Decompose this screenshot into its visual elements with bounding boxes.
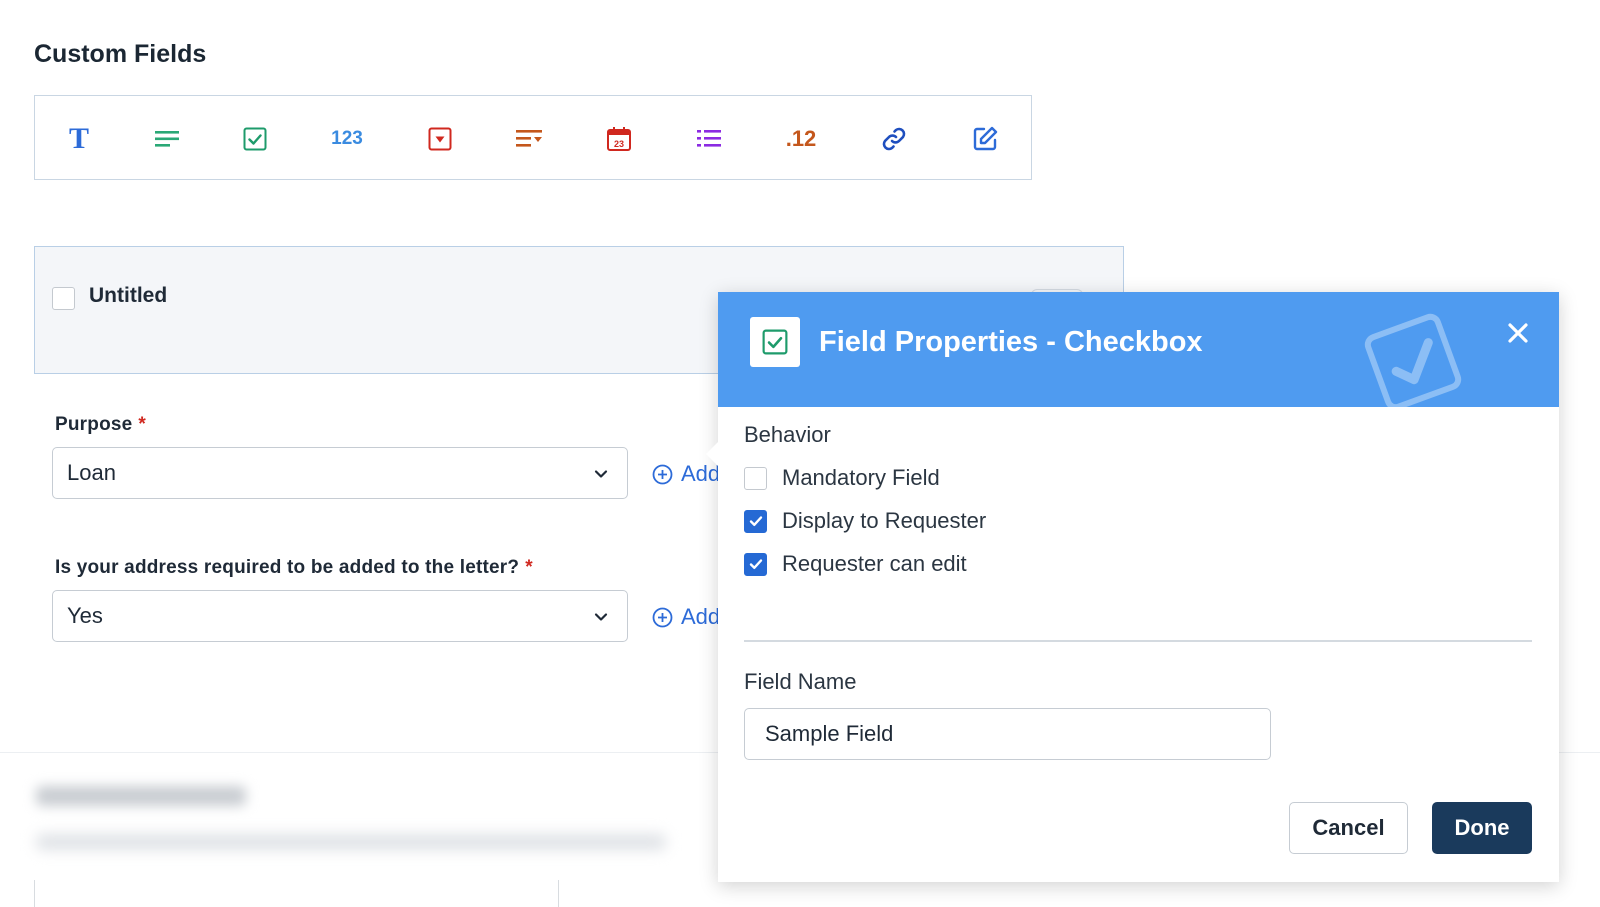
display-to-requester-label: Display to Requester bbox=[782, 508, 987, 533]
field-name-label: Field Name bbox=[744, 669, 857, 694]
paragraph-field-icon[interactable] bbox=[137, 96, 197, 181]
chevron-down-icon bbox=[594, 470, 608, 478]
date-field-icon[interactable]: 23 bbox=[589, 96, 649, 181]
plus-circle-icon bbox=[652, 464, 673, 484]
purpose-select-value: Loan bbox=[67, 460, 116, 485]
number-field-icon[interactable]: 123 bbox=[317, 96, 377, 181]
blurred-border bbox=[34, 880, 35, 907]
address-select-value: Yes bbox=[67, 603, 103, 628]
cancel-button[interactable]: Cancel bbox=[1289, 802, 1408, 854]
address-add-link[interactable]: Add bbox=[652, 604, 720, 630]
requester-can-edit-option[interactable]: Requester can edit bbox=[744, 551, 967, 577]
untitled-checkbox[interactable] bbox=[52, 287, 75, 310]
purpose-label: Purpose * bbox=[55, 414, 146, 436]
mandatory-field-checkbox[interactable] bbox=[744, 466, 767, 490]
dependent-field-icon[interactable] bbox=[499, 96, 559, 181]
blurred-border bbox=[558, 880, 559, 907]
form-field-icon[interactable] bbox=[955, 96, 1015, 181]
checkbox-watermark-icon bbox=[1364, 313, 1462, 407]
untitled-field-label: Untitled bbox=[89, 284, 168, 307]
purpose-select[interactable]: Loan bbox=[52, 447, 628, 499]
field-name-input[interactable] bbox=[744, 708, 1271, 760]
text-field-icon[interactable]: T bbox=[49, 96, 109, 181]
purpose-label-text: Purpose bbox=[55, 414, 133, 435]
field-type-toolbar: T 123 23 .12 bbox=[34, 95, 1032, 180]
blurred-heading bbox=[36, 786, 246, 806]
page-title: Custom Fields bbox=[34, 40, 207, 68]
dialog-header: Field Properties - Checkbox bbox=[718, 292, 1559, 407]
chevron-down-icon bbox=[594, 613, 608, 621]
required-mark: * bbox=[138, 414, 147, 435]
plus-circle-icon bbox=[652, 607, 673, 627]
display-to-requester-option[interactable]: Display to Requester bbox=[744, 508, 986, 534]
decimal-field-icon[interactable]: .12 bbox=[771, 96, 831, 181]
address-add-label: Add bbox=[681, 604, 721, 629]
field-properties-dialog: Field Properties - Checkbox Behavior Man… bbox=[706, 292, 1559, 882]
dropdown-field-icon[interactable] bbox=[410, 96, 470, 181]
behavior-section-title: Behavior bbox=[744, 422, 831, 447]
checkbox-type-icon bbox=[750, 317, 800, 367]
url-field-icon[interactable] bbox=[864, 96, 924, 181]
dialog-divider bbox=[744, 640, 1532, 642]
requester-can-edit-label: Requester can edit bbox=[782, 551, 967, 576]
checkmark-icon bbox=[749, 559, 762, 569]
dialog-pointer bbox=[706, 442, 718, 466]
checkmark-icon bbox=[749, 516, 762, 526]
requester-can-edit-checkbox[interactable] bbox=[744, 552, 767, 576]
mandatory-field-option[interactable]: Mandatory Field bbox=[744, 465, 940, 491]
checkbox-field-icon[interactable] bbox=[225, 96, 285, 181]
dialog-title: Field Properties - Checkbox bbox=[819, 326, 1203, 358]
mandatory-field-label: Mandatory Field bbox=[782, 465, 940, 490]
address-question-text: Is your address required to be added to … bbox=[55, 557, 520, 578]
done-button[interactable]: Done bbox=[1432, 802, 1532, 854]
address-select[interactable]: Yes bbox=[52, 590, 628, 642]
blurred-text bbox=[36, 834, 666, 850]
custom-fields-page: Custom Fields T 123 23 .12 Untitled Purp… bbox=[0, 0, 1600, 907]
required-mark: * bbox=[525, 557, 533, 578]
close-icon[interactable] bbox=[1507, 322, 1529, 344]
date-icon-number: 23 bbox=[614, 139, 624, 149]
display-to-requester-checkbox[interactable] bbox=[744, 509, 767, 533]
multiselect-field-icon[interactable] bbox=[679, 96, 739, 181]
address-question-label: Is your address required to be added to … bbox=[55, 557, 533, 579]
